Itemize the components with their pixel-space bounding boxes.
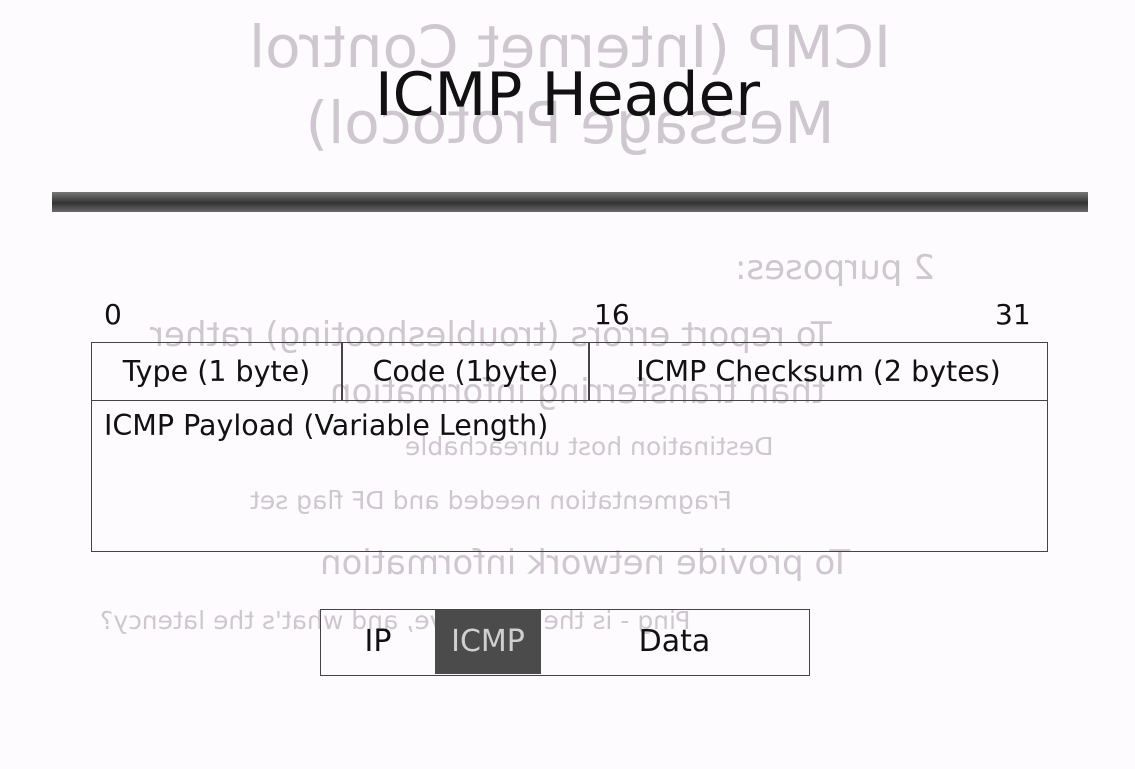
- packet-data-segment: Data: [638, 624, 711, 659]
- bit-label-0: 0: [104, 298, 122, 331]
- bit-label-16: 16: [594, 298, 630, 331]
- packet-icmp-segment: ICMP: [435, 610, 541, 674]
- packet-ip-segment: IP: [364, 624, 392, 659]
- title-rule: [52, 192, 1088, 212]
- bit-label-31: 31: [995, 298, 1031, 331]
- code-field: Code (1byte): [372, 355, 559, 388]
- ghost-bullet: 2 purposes:: [735, 248, 935, 288]
- icmp-header-diagram: Type (1 byte) Code (1byte) ICMP Checksum…: [91, 342, 1048, 552]
- slide-title: ICMP Header: [374, 60, 761, 130]
- payload-field: ICMP Payload (Variable Length): [104, 409, 549, 442]
- type-field: Type (1 byte): [122, 355, 311, 388]
- header-row-fixed: Type (1 byte) Code (1byte) ICMP Checksum…: [92, 343, 1047, 401]
- packet-encapsulation: IP ICMP Data: [320, 609, 810, 676]
- checksum-field: ICMP Checksum (2 bytes): [636, 355, 1001, 388]
